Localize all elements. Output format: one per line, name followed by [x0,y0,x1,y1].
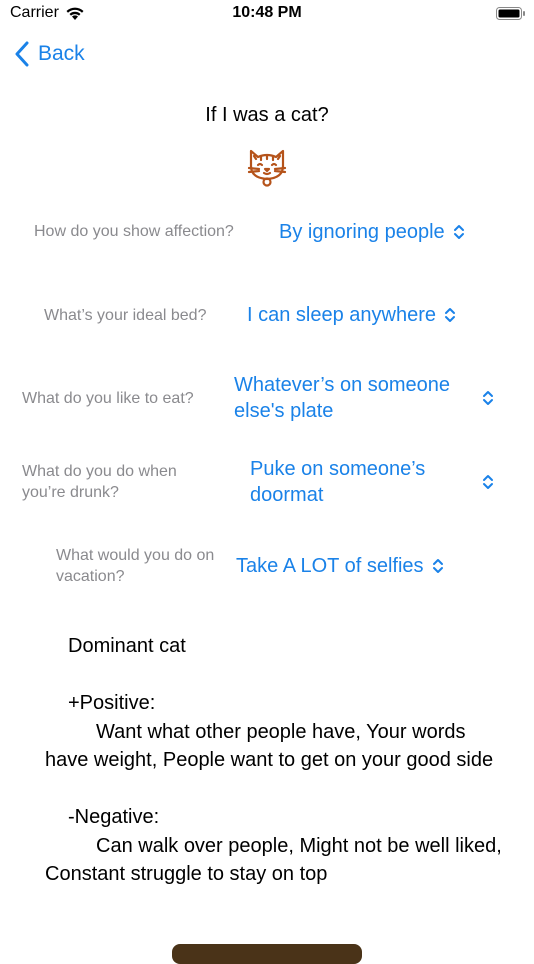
question-ideal-bed: What’s your ideal bed? [44,307,207,324]
chevron-up-down-icon [453,225,464,239]
back-button[interactable]: Back [14,38,85,70]
back-label: Back [38,42,85,65]
positive-heading: +Positive: [68,692,156,714]
result-text: Dominant cat +Positive: Want what other … [45,632,505,889]
answer-affection-value: By ignoring people [279,221,445,243]
answer-vacation-value: Take A LOT of selfies [236,555,424,577]
chevron-up-down-icon[interactable] [482,473,494,491]
negative-heading: -Negative: [68,806,160,828]
negative-text: Can walk over people, Might not be well … [45,834,502,886]
question-affection: How do you show affection? [34,223,234,240]
battery-icon [496,7,525,20]
question-vacation: What would you do on vacation? [56,547,215,585]
answer-eat-value: Whatever’s on someone else's plate [234,374,451,422]
chevron-up-down-icon[interactable] [482,389,494,407]
answer-ideal-bed-value: I can sleep anywhere [247,304,437,326]
chevron-left-icon [15,41,29,67]
answer-eat-picker[interactable]: Whatever’s on someone else's plate [234,372,484,424]
positive-text: Want what other people have, Your words … [45,720,494,772]
result-type: Dominant cat [68,635,186,657]
page-title: If I was a cat? [205,104,329,126]
answer-drunk-value: Puke on someone’s doormat [250,458,426,506]
chevron-up-down-icon [432,559,443,573]
chevron-up-down-icon [445,308,456,322]
answer-vacation-picker[interactable]: Take A LOT of selfies [236,553,444,579]
cat-face-icon [247,149,287,187]
bottom-action-button[interactable] [172,944,362,964]
status-time: 10:48 PM [232,4,302,21]
answer-affection-picker[interactable]: By ignoring people [279,219,465,245]
answer-drunk-picker[interactable]: Puke on someone’s doormat [250,456,470,508]
question-drunk: What do you do when you’re drunk? [22,463,177,501]
answer-ideal-bed-picker[interactable]: I can sleep anywhere [247,302,456,328]
question-eat: What do you like to eat? [22,390,194,407]
